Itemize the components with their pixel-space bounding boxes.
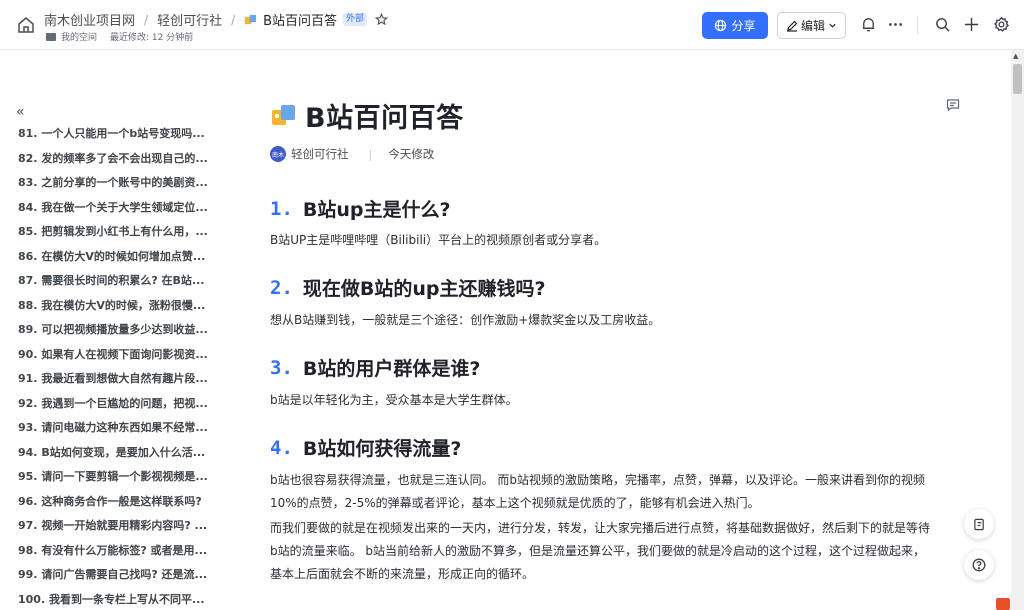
app-badge-icon — [996, 598, 1010, 610]
pencil-icon — [786, 20, 798, 32]
section-heading: 2. 现在做B站的up主还赚钱吗? — [270, 274, 546, 301]
scrollbar-track[interactable] — [1011, 50, 1024, 610]
section-heading: 4. B站如何获得流量? — [270, 434, 461, 461]
title-row: B站百问百答 — [270, 90, 960, 140]
search-icon[interactable] — [934, 16, 951, 33]
toc-item[interactable]: 97. 视频一开始就要用精彩内容吗? ... — [18, 514, 214, 539]
paragraph: 想从B站赚到钱，一般就是三个途径：创作激励+爆款奖金以及工房收益。 — [270, 313, 661, 327]
breadcrumb: 南木创业项目网 / 轻创可行社 / B站百问百答 外部 — [44, 10, 389, 29]
comment-icon[interactable] — [946, 98, 960, 112]
section-number: 2. — [270, 276, 293, 299]
globe-icon — [715, 19, 727, 32]
folder-icon — [46, 32, 56, 41]
toc-item[interactable]: 96. 这种商务合作一般是这样联系吗? — [18, 490, 214, 515]
outline-icon — [973, 518, 984, 530]
toc-item[interactable]: 89. 可以把视频播放量多少达到收益... — [18, 318, 214, 343]
toc-item[interactable]: 99. 请问广告需要自己找吗? 还是流... — [18, 563, 214, 588]
last-modified: 最近修改: 12 分钟前 — [110, 33, 194, 43]
breadcrumb-separator: / — [231, 12, 236, 27]
toc-list: 81. 一个人只能用一个b站号变现吗... 82. 发的频率多了会不会出现自己的.… — [18, 122, 214, 610]
edit-button[interactable]: 编辑 — [777, 12, 846, 39]
paragraph: b站是以年轻化为主，受众基本是大学生群体。 — [270, 393, 518, 407]
breadcrumb-workspace[interactable]: 南木创业项目网 — [44, 10, 135, 29]
toc-item[interactable]: 84. 我在做一个关于大学生领域定位... — [18, 196, 214, 221]
meta-divider: | — [368, 147, 373, 161]
toc-item[interactable]: 86. 在模仿大V的时候如何增加点赞... — [18, 245, 214, 270]
more-icon[interactable] — [887, 16, 904, 33]
author-name[interactable]: 轻创可行社 — [291, 146, 349, 162]
toc-item[interactable]: 100. 我看到一条专栏上写从不同平... — [18, 588, 214, 610]
plus-icon[interactable] — [963, 16, 980, 33]
section-heading: 1. B站up主是什么? — [270, 195, 451, 222]
toc-item[interactable]: 90. 如果有人在视频下面询问影视资... — [18, 343, 214, 368]
document-body: B站百问百答 南木 轻创可行社 | 今天修改 1. B站up主是什么? B站UP… — [270, 90, 960, 581]
toc-item[interactable]: 91. 我最近看到想做大自然有趣片段... — [18, 367, 214, 392]
section-number: 3. — [270, 356, 293, 379]
breadcrumb-separator: / — [144, 12, 149, 27]
share-label: 分享 — [731, 19, 756, 33]
doc-meta: 我的空间 最近修改: 12 分钟前 — [46, 30, 193, 43]
section-heading-text: B站如何获得流量? — [302, 438, 462, 460]
section-number: 4. — [270, 436, 293, 459]
outline-button[interactable] — [964, 509, 994, 539]
gear-icon[interactable] — [993, 16, 1010, 33]
document-emoji-icon — [272, 105, 295, 125]
toc-item[interactable]: 94. B站如何变现，是要加入什么活... — [18, 441, 214, 466]
help-button[interactable] — [964, 550, 994, 580]
toc-item[interactable]: 92. 我遇到一个巨尴尬的问题，把视... — [18, 392, 214, 417]
toc-item[interactable]: 85. 把剪辑发到小红书上有什么用，... — [18, 220, 214, 245]
breadcrumb-folder[interactable]: 轻创可行社 — [157, 10, 222, 29]
document-emoji-icon — [245, 14, 257, 25]
paragraph: B站UP主是哔哩哔哩（Bilibili）平台上的视频原创者或分享者。 — [270, 233, 607, 247]
author-row: 南木 轻创可行社 | 今天修改 — [270, 146, 434, 162]
avatar[interactable]: 南木 — [270, 146, 286, 162]
space-label[interactable]: 我的空间 — [61, 30, 97, 43]
toc-item[interactable]: 95. 请问一下要剪辑一个影视视频是... — [18, 465, 214, 490]
edit-label: 编辑 — [800, 19, 825, 33]
top-bar: 南木创业项目网 / 轻创可行社 / B站百问百答 外部 我的空间 最近修改: 1… — [0, 0, 1024, 50]
toc-item[interactable]: 88. 我在模仿大V的时候，涨粉很慢... — [18, 294, 214, 319]
toc-item[interactable]: 83. 之前分享的一个账号中的美剧资... — [18, 171, 214, 196]
breadcrumb-doc-title: B站百问百答 — [263, 14, 338, 29]
scroll-up-icon[interactable]: ▲ — [1013, 52, 1018, 60]
section-number: 1. — [270, 197, 293, 220]
paragraph: 而我们要做的就是在视频发出来的一天内，进行分发，转发，让大家完播后进行点赞，将基… — [270, 521, 931, 581]
chevron-down-icon — [829, 23, 836, 28]
toc-item[interactable]: 82. 发的频率多了会不会出现自己的... — [18, 147, 214, 172]
scrollbar-thumb[interactable] — [1013, 64, 1022, 94]
section-heading-text: B站的用户群体是谁? — [302, 358, 481, 380]
toc-item[interactable]: 98. 有没有什么万能标签? 或者是用... — [18, 539, 214, 564]
bell-icon[interactable] — [860, 16, 877, 33]
toc-item[interactable]: 87. 需要很长时间的积累么? 在B站... — [18, 269, 214, 294]
share-button[interactable]: 分享 — [702, 12, 768, 39]
section-heading-text: B站up主是什么? — [302, 199, 451, 221]
section-heading-text: 现在做B站的up主还赚钱吗? — [302, 278, 546, 300]
toc-item[interactable]: 93. 请问电磁力这种东西如果不经常... — [18, 416, 214, 441]
external-badge: 外部 — [343, 13, 368, 26]
toolbar-divider — [917, 16, 918, 34]
collapse-toc-icon[interactable]: « — [16, 105, 25, 119]
star-icon[interactable] — [375, 13, 389, 26]
paragraph: b站也很容易获得流量，也就是三连认同。 而b站视频的激励策略，完播率，点赞，弹幕… — [270, 473, 926, 510]
table-of-contents: « 81. 一个人只能用一个b站号变现吗... 82. 发的频率多了会不会出现自己… — [0, 50, 232, 610]
section-heading: 3. B站的用户群体是谁? — [270, 354, 480, 381]
modified-time: 今天修改 — [388, 147, 435, 161]
home-icon[interactable] — [17, 16, 35, 34]
page-title: B站百问百答 — [305, 102, 464, 134]
toc-item[interactable]: 81. 一个人只能用一个b站号变现吗... — [18, 122, 214, 147]
help-icon — [972, 558, 986, 572]
